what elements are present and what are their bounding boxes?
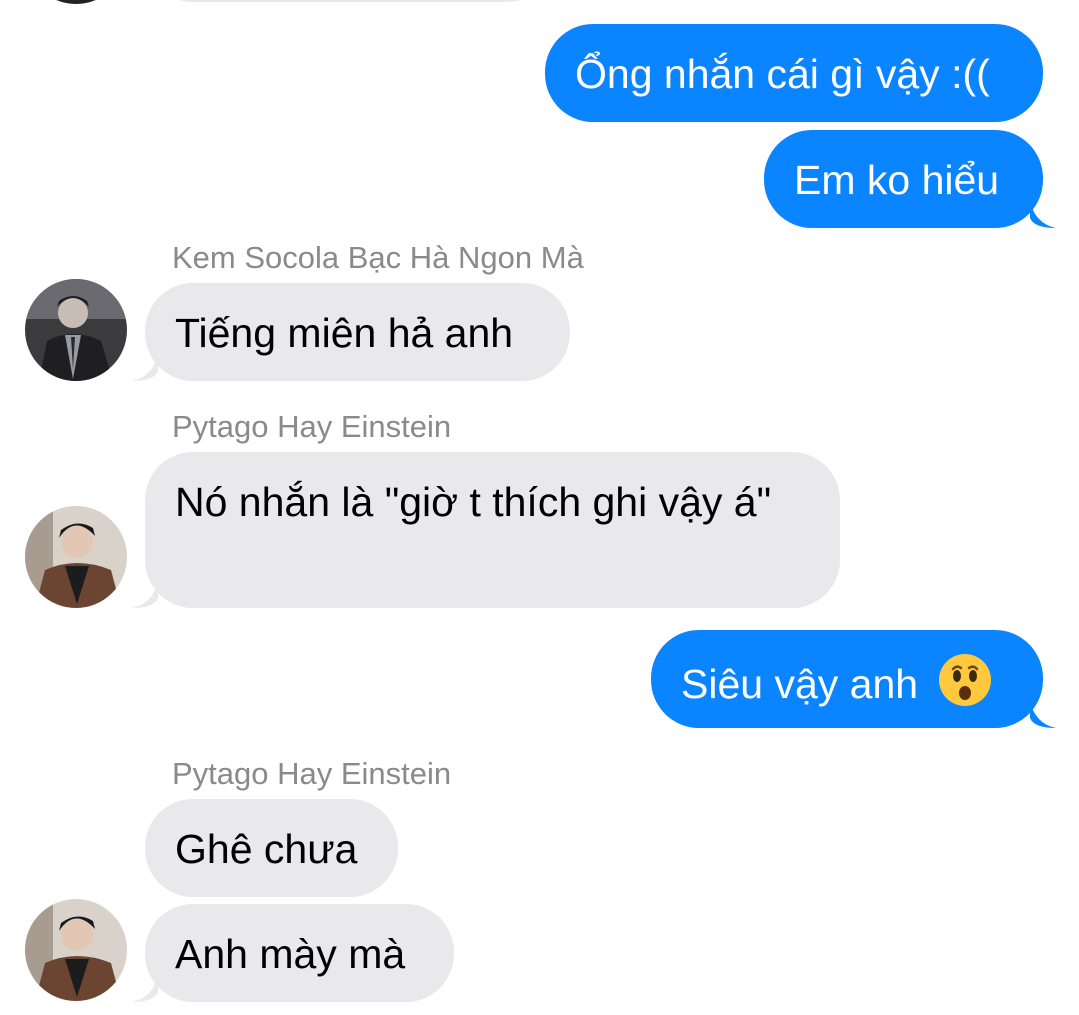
message-text: Ghê chưa [175,826,358,872]
chat-transcript: Ổng nhắn cái gì vậy :(( Em ko hiểu Kem S… [0,0,1079,1015]
message-bubble-incoming[interactable]: Ghê chưa [145,799,398,897]
message-text: Nó nhắn là "giờ t thích ghi vậy á" [175,479,772,525]
message-bubble-outgoing[interactable]: Em ko hiểu [764,130,1043,228]
sender-name: Pytago Hay Einstein [172,409,452,444]
avatar[interactable] [25,0,127,4]
astonished-face-icon [937,652,993,708]
message-bubble-outgoing[interactable]: Siêu vậy anh [651,630,1043,728]
avatar[interactable] [25,899,127,1001]
message-bubble-outgoing[interactable]: Ổng nhắn cái gì vậy :(( [545,24,1043,122]
avatar[interactable] [25,279,127,381]
profile-photo [25,506,127,608]
message-bubble-incoming[interactable] [145,0,555,2]
message-bubble-incoming[interactable]: Anh mày mà [145,904,454,1002]
message-bubble-incoming[interactable]: Nó nhắn là "giờ t thích ghi vậy á" [145,452,840,608]
sender-name: Kem Socola Bạc Hà Ngon Mà [172,240,584,275]
profile-photo [25,899,127,1001]
message-text: Ổng nhắn cái gì vậy :(( [575,51,990,97]
message-text: Tiếng miên hả anh [175,310,514,356]
avatar[interactable] [25,506,127,608]
message-text: Siêu vậy anh [681,661,919,707]
profile-photo [25,279,127,381]
sender-name: Pytago Hay Einstein [172,756,452,791]
message-bubble-incoming[interactable]: Tiếng miên hả anh [145,283,570,381]
message-text: Em ko hiểu [794,157,1000,203]
message-text: Anh mày mà [175,931,406,977]
